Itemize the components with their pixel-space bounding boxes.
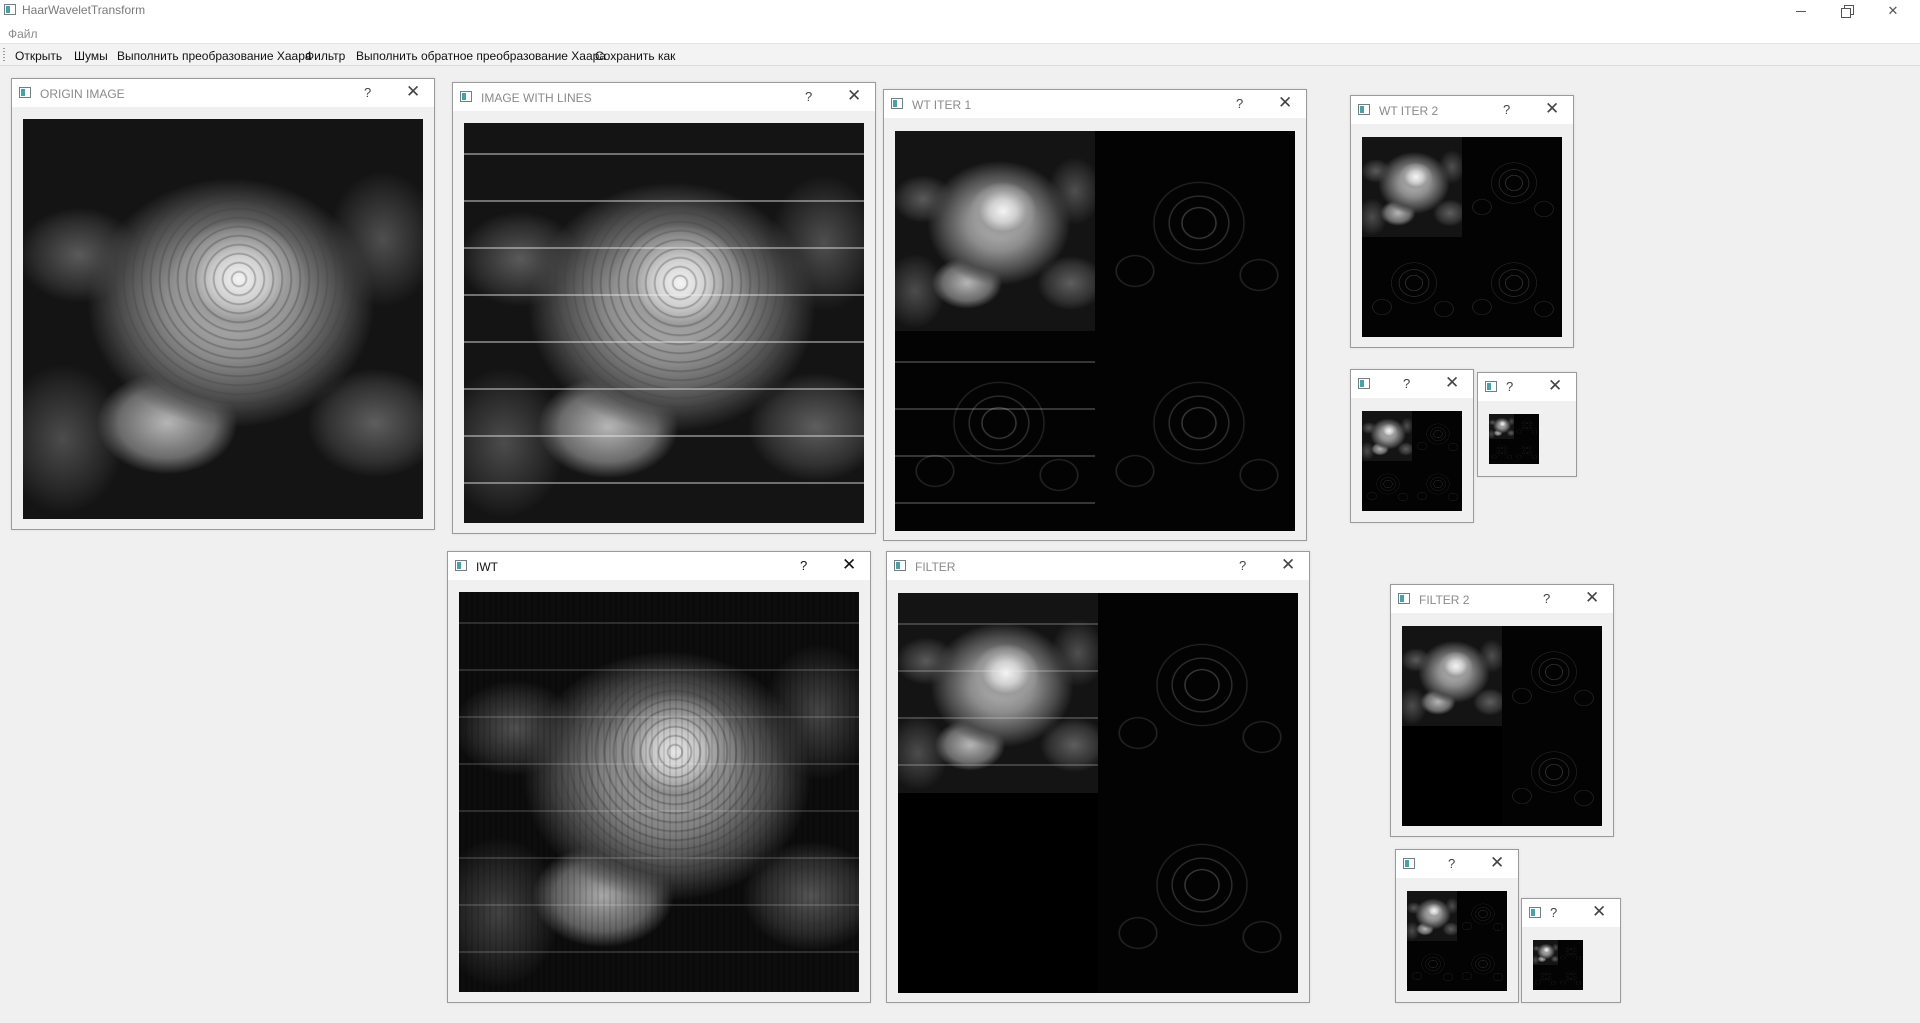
app-window-icon <box>4 4 16 15</box>
subwindow-wt-iter-3[interactable]: ? ✕ <box>1350 369 1474 523</box>
restore-button[interactable] <box>1824 0 1870 22</box>
subwindow-title: WT ITER 1 <box>912 98 972 112</box>
close-icon[interactable]: ✕ <box>1490 854 1504 872</box>
open-button[interactable]: Открыть <box>15 49 62 63</box>
subwindow-wt-iter-4[interactable]: ? ✕ <box>1477 372 1577 477</box>
subwindow-title: WT ITER 2 <box>1379 104 1439 118</box>
haar-transform-button[interactable]: Выполнить преобразование Хаара <box>117 49 312 63</box>
image-canvas <box>1533 940 1583 990</box>
window-titlebar[interactable]: HaarWaveletTransform ✕ <box>0 0 1920 22</box>
subwindow-wt-iter-2[interactable]: WT ITER 2 ? ✕ <box>1350 95 1574 348</box>
subwindow-filter[interactable]: FILTER ? ✕ <box>886 551 1310 1003</box>
minimize-button[interactable] <box>1778 0 1824 22</box>
subwindow-icon <box>1403 858 1415 869</box>
close-icon[interactable]: ✕ <box>842 556 856 574</box>
subwindow-title: IMAGE WITH LINES <box>481 91 592 105</box>
subwindow-title: IWT <box>476 560 498 574</box>
close-icon[interactable]: ✕ <box>847 87 861 105</box>
subwindow-wt-iter-1[interactable]: WT ITER 1 ? ✕ <box>883 89 1307 541</box>
close-icon[interactable]: ✕ <box>1445 374 1459 392</box>
subwindow-titlebar[interactable]: ? ✕ <box>1522 899 1620 927</box>
image-canvas <box>1362 137 1562 337</box>
subwindow-icon <box>1529 907 1541 918</box>
image-canvas <box>1407 891 1507 991</box>
filter-button[interactable]: Фильтр <box>305 49 345 63</box>
image-canvas <box>895 131 1295 531</box>
noise-lines <box>464 123 864 523</box>
subwindow-icon <box>1485 381 1497 392</box>
image-canvas <box>1402 626 1602 826</box>
subwindow-icon <box>1358 104 1370 115</box>
menubar: Файл <box>0 22 1920 44</box>
save-as-button[interactable]: Сохранить как <box>595 49 675 63</box>
subwindow-titlebar[interactable]: ? ✕ <box>1478 373 1576 401</box>
inverse-haar-button[interactable]: Выполнить обратное преобразование Хаара <box>356 49 606 63</box>
close-window-button[interactable]: ✕ <box>1870 0 1916 22</box>
subwindow-icon <box>455 560 467 571</box>
close-icon[interactable]: ✕ <box>406 83 420 101</box>
subwindow-titlebar[interactable]: ? ✕ <box>1351 370 1473 398</box>
subwindow-image-with-lines[interactable]: IMAGE WITH LINES ? ✕ <box>452 82 876 534</box>
subwindow-titlebar[interactable]: FILTER ? ✕ <box>887 552 1309 580</box>
help-icon[interactable]: ? <box>1543 591 1550 606</box>
help-icon[interactable]: ? <box>1403 376 1410 391</box>
close-icon[interactable]: ✕ <box>1281 556 1295 574</box>
close-icon: ✕ <box>1887 3 1899 18</box>
subwindow-titlebar[interactable]: FILTER 2 ? ✕ <box>1391 585 1613 613</box>
help-icon[interactable]: ? <box>1550 905 1557 920</box>
app-window: HaarWaveletTransform ✕ Файл Открыть Шумы… <box>0 0 1920 1023</box>
help-icon[interactable]: ? <box>1506 379 1513 394</box>
help-icon[interactable]: ? <box>800 558 807 573</box>
horizontal-detail-quadrant <box>1095 131 1295 331</box>
image-canvas <box>23 119 423 519</box>
subwindow-icon <box>891 98 903 109</box>
image-canvas <box>464 123 864 523</box>
window-title: HaarWaveletTransform <box>22 3 146 17</box>
help-icon[interactable]: ? <box>1503 102 1510 117</box>
close-icon[interactable]: ✕ <box>1545 100 1559 118</box>
subwindow-icon <box>460 91 472 102</box>
subwindow-titlebar[interactable]: ORIGIN IMAGE ? ✕ <box>12 79 434 107</box>
help-icon[interactable]: ? <box>1448 856 1455 871</box>
subwindow-filter-4[interactable]: ? ✕ <box>1521 898 1621 1003</box>
toolbar-grip[interactable] <box>3 48 5 62</box>
menu-file[interactable]: Файл <box>8 27 38 41</box>
subwindow-icon <box>1358 378 1370 389</box>
image-canvas <box>1362 411 1462 511</box>
approximation-quadrant <box>895 131 1095 331</box>
subwindow-filter-3[interactable]: ? ✕ <box>1395 849 1519 1003</box>
rose-detail <box>23 119 423 519</box>
close-icon[interactable]: ✕ <box>1278 94 1292 112</box>
subwindow-titlebar[interactable]: IWT ? ✕ <box>448 552 870 580</box>
subwindow-title: FILTER 2 <box>1419 593 1470 607</box>
toolbar: Открыть Шумы Выполнить преобразование Ха… <box>0 44 1920 66</box>
subwindow-icon <box>1398 593 1410 604</box>
diagonal-detail-quadrant <box>1095 331 1295 531</box>
help-icon[interactable]: ? <box>1239 558 1246 573</box>
image-canvas <box>459 592 859 992</box>
restore-icon <box>1840 4 1854 18</box>
image-canvas <box>898 593 1298 993</box>
help-icon[interactable]: ? <box>364 85 371 100</box>
subwindow-titlebar[interactable]: IMAGE WITH LINES ? ✕ <box>453 83 875 111</box>
subwindow-title: FILTER <box>915 560 956 574</box>
subwindow-titlebar[interactable]: WT ITER 1 ? ✕ <box>884 90 1306 118</box>
close-icon[interactable]: ✕ <box>1548 377 1562 395</box>
image-canvas <box>1489 414 1539 464</box>
close-icon[interactable]: ✕ <box>1585 589 1599 607</box>
subwindow-icon <box>894 560 906 571</box>
subwindow-origin-image[interactable]: ORIGIN IMAGE ? ✕ <box>11 78 435 530</box>
minimize-icon <box>1796 10 1806 12</box>
noise-button[interactable]: Шумы <box>74 49 108 63</box>
close-icon[interactable]: ✕ <box>1592 903 1606 921</box>
subwindow-title: ORIGIN IMAGE <box>40 87 125 101</box>
vertical-detail-quadrant <box>895 331 1095 531</box>
help-icon[interactable]: ? <box>805 89 812 104</box>
subwindow-icon <box>19 87 31 98</box>
subwindow-titlebar[interactable]: WT ITER 2 ? ✕ <box>1351 96 1573 124</box>
subwindow-iwt[interactable]: IWT ? ✕ <box>447 551 871 1003</box>
subwindow-filter-2[interactable]: FILTER 2 ? ✕ <box>1390 584 1614 837</box>
subwindow-titlebar[interactable]: ? ✕ <box>1396 850 1518 878</box>
help-icon[interactable]: ? <box>1236 96 1243 111</box>
